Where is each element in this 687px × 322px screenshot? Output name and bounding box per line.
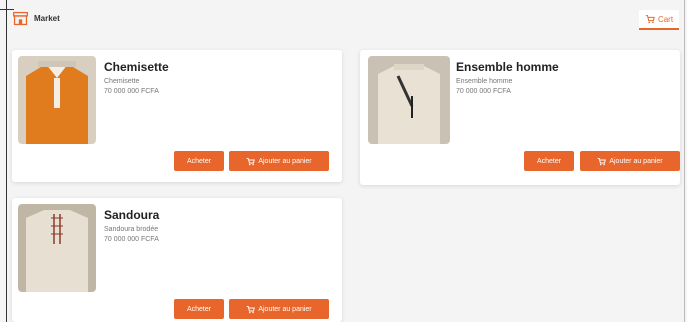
product-price: 70 000 000 FCFA bbox=[104, 88, 159, 95]
product-price: 70 000 000 FCFA bbox=[456, 88, 511, 95]
add-to-cart-label: Ajouter au panier bbox=[258, 157, 312, 165]
product-title: Ensemble homme bbox=[456, 60, 559, 74]
product-description: Chemisette bbox=[104, 78, 140, 85]
add-to-cart-button[interactable]: Ajouter au panier bbox=[229, 151, 329, 171]
product-card: Sandoura Sandoura brodée 70 000 000 FCFA… bbox=[12, 198, 342, 322]
brand-name: Market bbox=[34, 14, 60, 23]
storefront-icon bbox=[13, 11, 28, 26]
brand-logo[interactable]: Market bbox=[12, 10, 60, 27]
add-to-cart-button[interactable]: Ajouter au panier bbox=[580, 151, 680, 171]
cart-icon bbox=[247, 157, 256, 165]
cart-icon bbox=[247, 305, 256, 313]
buy-button[interactable]: Acheter bbox=[174, 299, 224, 319]
top-bar: Market Cart bbox=[10, 6, 681, 34]
cart-icon bbox=[598, 157, 607, 165]
buy-label: Acheter bbox=[186, 305, 212, 313]
product-description: Sandoura brodée bbox=[104, 226, 159, 233]
product-title: Chemisette bbox=[104, 60, 169, 74]
product-image[interactable] bbox=[18, 56, 96, 144]
beige-outfit-image bbox=[368, 56, 450, 144]
cart-button[interactable]: Cart bbox=[639, 10, 679, 30]
add-to-cart-button[interactable]: Ajouter au panier bbox=[229, 299, 329, 319]
product-image[interactable] bbox=[368, 56, 450, 144]
orange-shirt-image bbox=[18, 56, 96, 144]
right-border bbox=[684, 0, 685, 322]
add-to-cart-label: Ajouter au panier bbox=[609, 157, 663, 165]
buy-label: Acheter bbox=[536, 157, 562, 165]
product-image[interactable] bbox=[18, 204, 96, 292]
product-price: 70 000 000 FCFA bbox=[104, 236, 159, 243]
left-border bbox=[6, 0, 7, 322]
buy-button[interactable]: Acheter bbox=[174, 151, 224, 171]
embroidered-tunic-image bbox=[18, 204, 96, 292]
buy-label: Acheter bbox=[186, 157, 212, 165]
cart-icon bbox=[645, 15, 655, 24]
product-title: Sandoura bbox=[104, 208, 160, 222]
product-card: Chemisette Chemisette 70 000 000 FCFA Ac… bbox=[12, 50, 342, 182]
product-description: Ensemble homme bbox=[456, 78, 513, 85]
buy-button[interactable]: Acheter bbox=[524, 151, 574, 171]
cart-label: Cart bbox=[657, 14, 674, 24]
product-card: Ensemble homme Ensemble homme 70 000 000… bbox=[360, 50, 680, 185]
add-to-cart-label: Ajouter au panier bbox=[258, 305, 312, 313]
